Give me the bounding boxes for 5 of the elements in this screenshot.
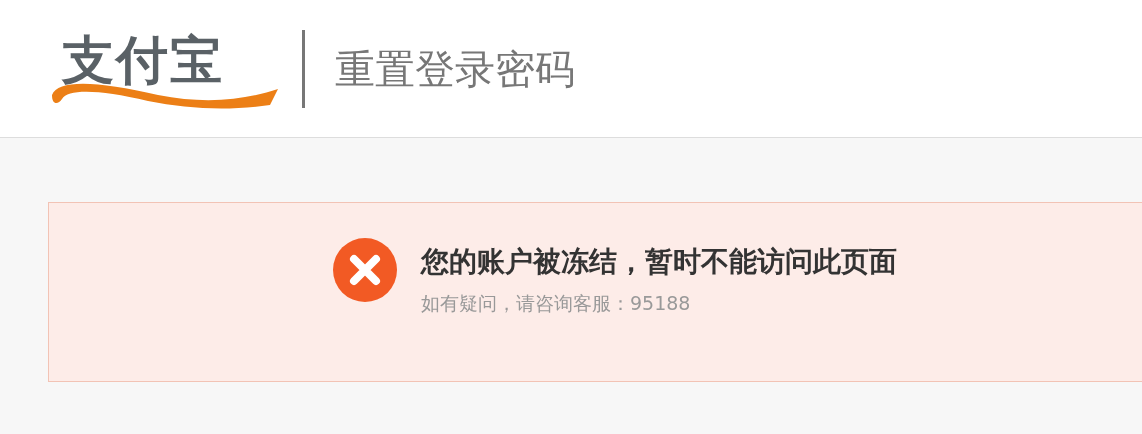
alert-message: 如有疑问，请咨询客服：95188 <box>421 294 692 313</box>
page-title: 重置登录密码 <box>335 48 575 89</box>
alert-title: 您的账户被冻结，暂时不能访问此页面 <box>421 248 897 276</box>
close-icon <box>333 238 397 302</box>
logo: 支付宝 <box>48 28 280 109</box>
